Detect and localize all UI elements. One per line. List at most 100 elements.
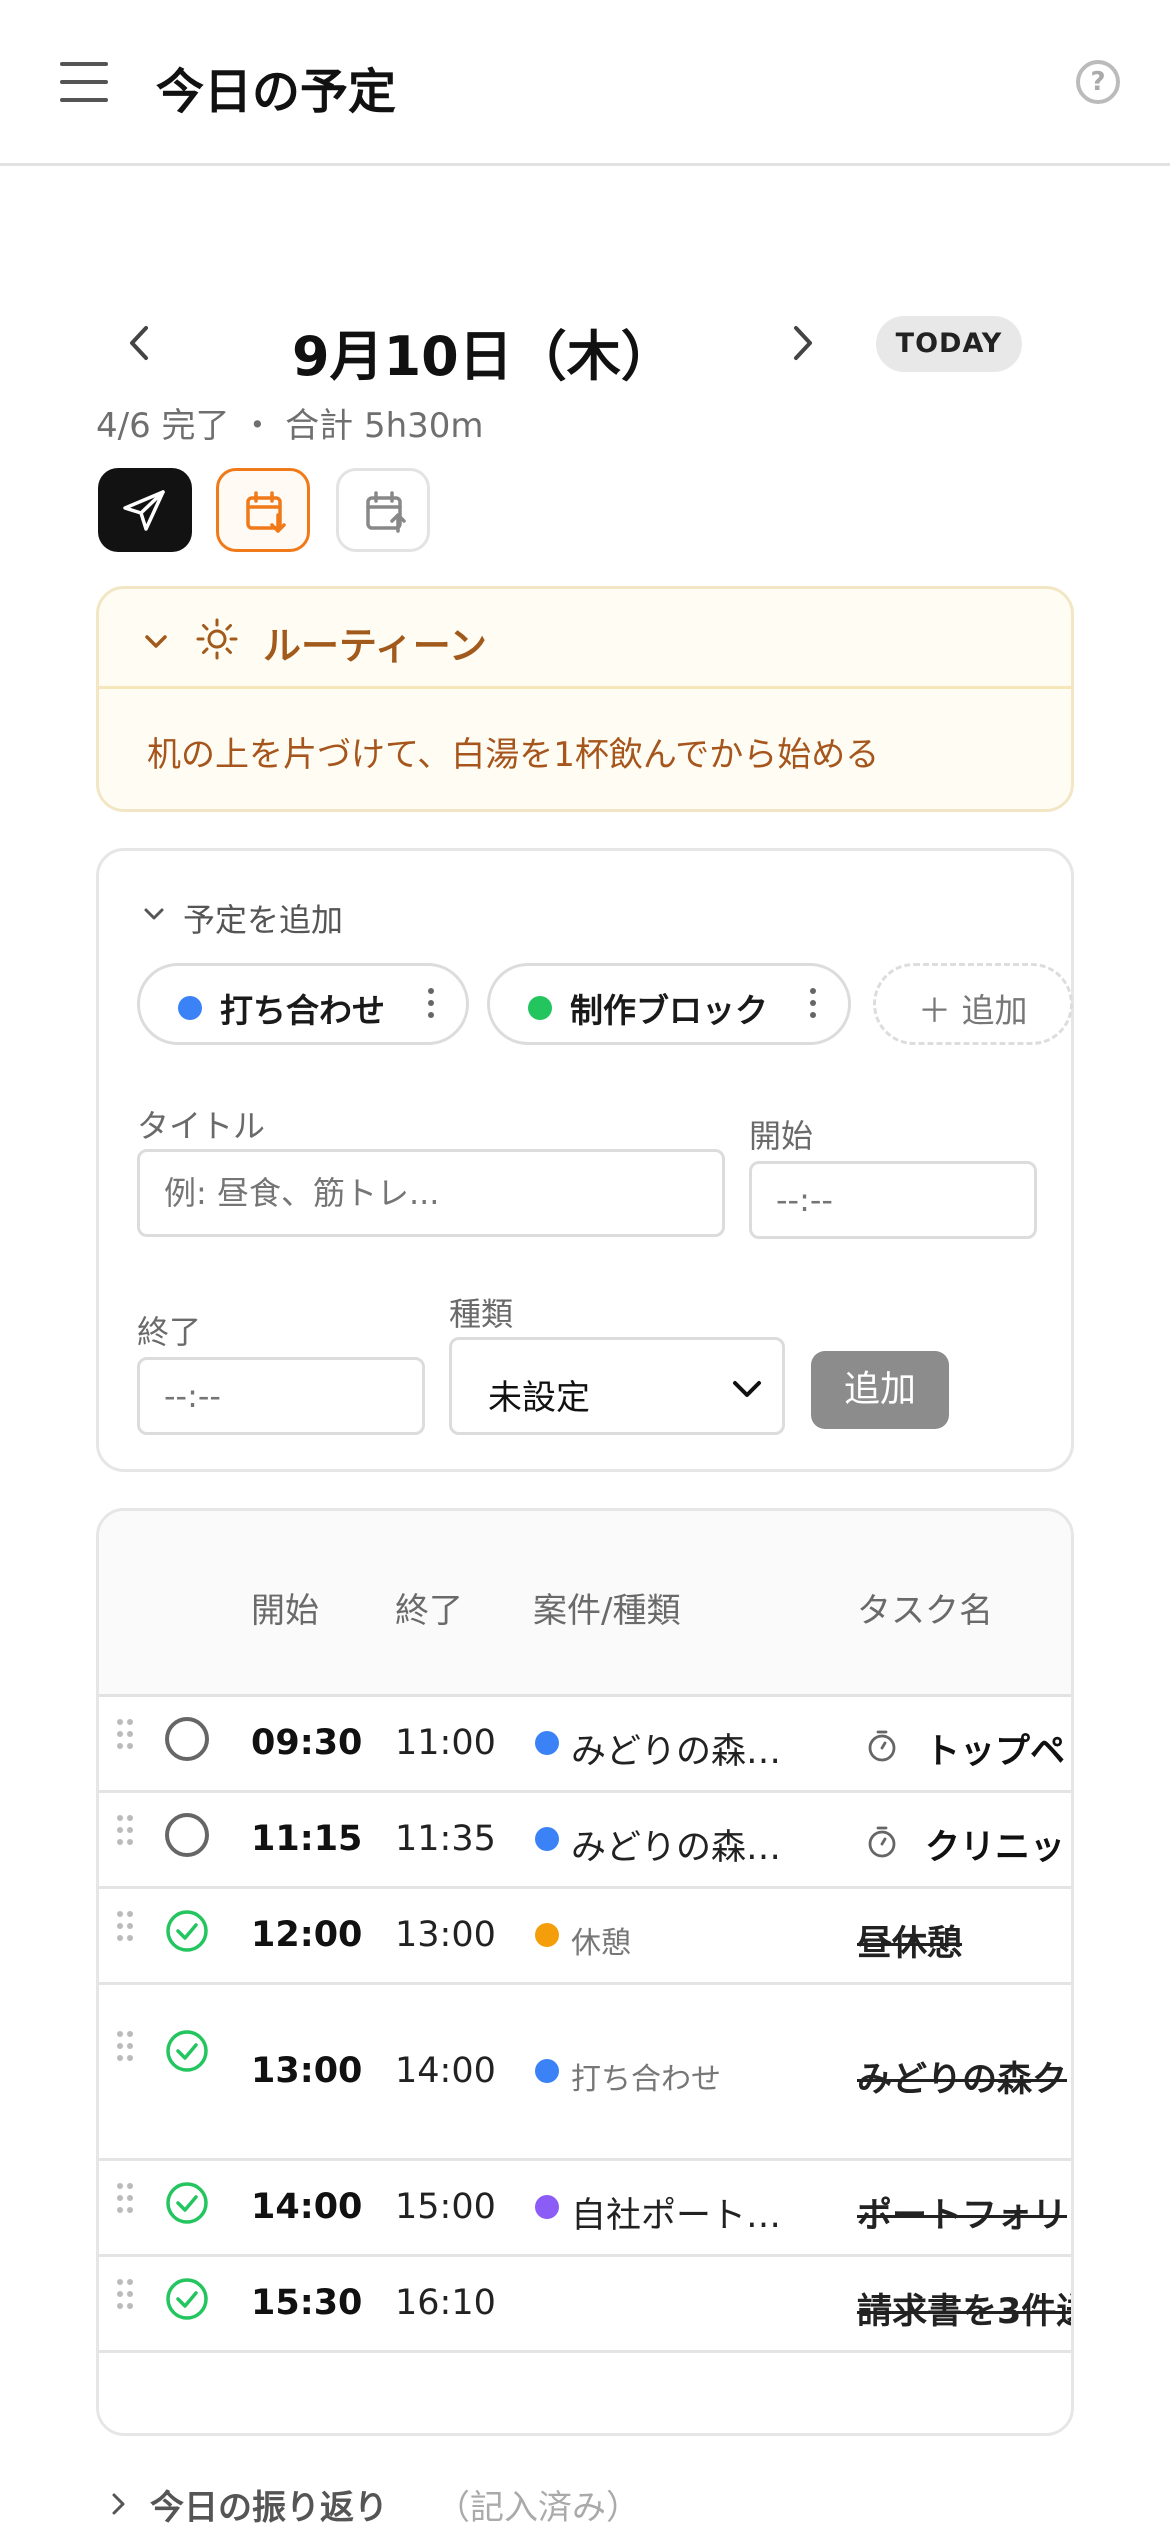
add-preset-label: ＋ 追加: [918, 991, 1028, 1030]
routine-header[interactable]: ルーティーン: [99, 589, 1071, 689]
check-circle-icon[interactable]: [165, 2277, 209, 2321]
add-schedule-heading: 予定を追加: [183, 901, 344, 939]
date-navigation: 9月10日（木） TODAY: [96, 300, 1026, 390]
preset-chip-meeting[interactable]: 打ち合わせ: [137, 963, 469, 1045]
paper-plane-icon: [123, 490, 165, 531]
reflection-title: 今日の振り返り: [150, 2488, 388, 2528]
chevron-down-icon: [733, 1381, 761, 1397]
drag-handle-icon[interactable]: [117, 1719, 133, 1751]
color-dot: [528, 996, 552, 1020]
end-time: 16:10: [395, 2283, 496, 2323]
project-name: みどりの森…: [571, 1828, 782, 1868]
add-preset-button[interactable]: ＋ 追加: [873, 963, 1073, 1045]
project-color-dot: [535, 1923, 559, 1947]
start-time: 15:30: [251, 2283, 363, 2323]
color-dot: [178, 996, 202, 1020]
page-title: 今日の予定: [156, 64, 397, 120]
start-label: 開始: [749, 1117, 814, 1155]
table-header: 開始 終了 案件/種類 タスク名: [99, 1511, 1071, 1697]
routine-card: ルーティーン 机の上を片づけて、白湯を1杯飲んでから始める: [96, 586, 1074, 812]
project-color-dot: [535, 2195, 559, 2219]
column-header-project: 案件/種類: [533, 1591, 681, 1631]
table-row[interactable]: 11:15 11:35 みどりの森… クリニッ: [99, 1793, 1071, 1889]
title-label: タイトル: [137, 1107, 266, 1145]
app-header: 今日の予定 ?: [0, 0, 1170, 166]
hamburger-icon[interactable]: [60, 62, 108, 106]
start-time: 09:30: [251, 1723, 363, 1763]
reflection-status: （記入済み）: [436, 2488, 640, 2528]
type-label: 種類: [449, 1295, 514, 1333]
task-name[interactable]: 請求書を3件送: [857, 2283, 1071, 2334]
column-header-start: 開始: [251, 1591, 319, 1631]
drag-handle-icon[interactable]: [117, 2183, 133, 2215]
import-calendar-button[interactable]: [216, 468, 310, 552]
task-name[interactable]: 昼休憩: [857, 1915, 962, 1966]
sun-icon: [196, 618, 238, 660]
stopwatch-icon[interactable]: [865, 1825, 899, 1859]
drag-handle-icon[interactable]: [117, 1911, 133, 1943]
end-label: 終了: [137, 1313, 202, 1351]
drag-handle-icon[interactable]: [117, 2279, 133, 2311]
schedule-table: 開始 終了 案件/種類 タスク名 09:30 11:00 みどりの森… トップペ 1…: [96, 1508, 1074, 2436]
end-time: 11:35: [395, 1819, 496, 1859]
table-row[interactable]: 12:00 13:00 休憩 昼休憩: [99, 1889, 1071, 1985]
start-time: 13:00: [251, 2051, 363, 2091]
task-name[interactable]: ポートフォリ: [857, 2187, 1067, 2238]
start-time: 14:00: [251, 2187, 363, 2227]
drag-handle-icon[interactable]: [117, 2031, 133, 2063]
add-schedule-panel: 予定を追加 打ち合わせ 制作ブロック ＋ 追加 タイトル 開始 終了 種類 未設…: [96, 848, 1074, 1472]
start-time: 12:00: [251, 1915, 363, 1955]
chevron-left-icon[interactable]: [116, 318, 166, 368]
project-name: みどりの森…: [571, 1732, 782, 1772]
end-time: 11:00: [395, 1723, 496, 1763]
chevron-down-icon: [145, 635, 167, 648]
task-name[interactable]: クリニッ: [925, 1819, 1065, 1870]
type-select[interactable]: 未設定: [449, 1337, 785, 1435]
chevron-right-icon: [112, 2493, 125, 2515]
project-name: 休憩: [571, 1926, 631, 1961]
start-time: 11:15: [251, 1819, 363, 1859]
chip-label: 制作ブロック: [570, 991, 768, 1030]
column-header-end: 終了: [395, 1591, 463, 1631]
empty-circle-icon[interactable]: [165, 1717, 209, 1761]
more-vertical-icon[interactable]: [810, 988, 818, 1022]
drag-handle-icon[interactable]: [117, 1815, 133, 1847]
routine-title: ルーティーン: [263, 624, 487, 668]
chip-label: 打ち合わせ: [220, 991, 385, 1030]
calendar-export-icon: [366, 491, 406, 533]
table-row[interactable]: 14:00 15:00 自社ポート… ポートフォリ: [99, 2161, 1071, 2257]
chevron-right-icon[interactable]: [776, 318, 826, 368]
end-time: 13:00: [395, 1915, 496, 1955]
column-header-task: タスク名: [857, 1591, 993, 1631]
check-circle-icon[interactable]: [165, 1909, 209, 1953]
table-row[interactable]: 09:30 11:00 みどりの森… トップペ: [99, 1697, 1071, 1793]
project-color-dot: [535, 1827, 559, 1851]
routine-text: 机の上を片づけて、白湯を1杯飲んでから始める: [147, 735, 880, 775]
export-calendar-button[interactable]: [336, 468, 430, 552]
task-name[interactable]: みどりの森ク: [857, 2051, 1067, 2102]
task-name[interactable]: トップペ: [925, 1723, 1065, 1774]
project-name: 打ち合わせ: [571, 2062, 721, 2097]
check-circle-icon[interactable]: [165, 2181, 209, 2225]
today-button[interactable]: TODAY: [876, 316, 1022, 372]
add-schedule-button[interactable]: 追加: [811, 1351, 949, 1429]
project-color-dot: [535, 1731, 559, 1755]
chevron-down-icon: [144, 908, 164, 920]
progress-summary: 4/6 完了 ・ 合計 5h30m: [96, 406, 484, 446]
send-button[interactable]: [98, 468, 192, 552]
project-name: 自社ポート…: [571, 2196, 782, 2236]
table-row[interactable]: 15:30 16:10 請求書を3件送: [99, 2257, 1071, 2353]
end-time-input[interactable]: [137, 1357, 425, 1435]
empty-circle-icon[interactable]: [165, 1813, 209, 1857]
check-circle-icon[interactable]: [165, 2029, 209, 2073]
stopwatch-icon[interactable]: [865, 1729, 899, 1763]
start-time-input[interactable]: [749, 1161, 1037, 1239]
end-time: 14:00: [395, 2051, 496, 2091]
project-color-dot: [535, 2059, 559, 2083]
table-row[interactable]: 13:00 14:00 打ち合わせ みどりの森ク: [99, 1985, 1071, 2161]
preset-chip-production[interactable]: 制作ブロック: [487, 963, 851, 1045]
more-vertical-icon[interactable]: [428, 988, 436, 1022]
end-time: 15:00: [395, 2187, 496, 2227]
title-input[interactable]: [137, 1149, 725, 1237]
question-circle-icon[interactable]: ?: [1076, 60, 1120, 104]
